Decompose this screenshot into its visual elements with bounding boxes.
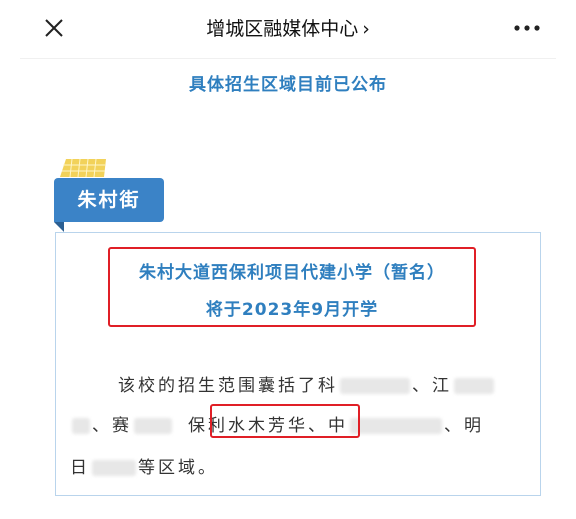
paragraph-text: 该校的招生范围囊括了科 [118, 376, 338, 396]
school-opening-date: 将于2023年9月开学 [205, 300, 379, 320]
account-name: 增城区融媒体中心 [206, 18, 359, 40]
chevron-right-icon: › [362, 18, 370, 40]
school-name: 朱村大道西保利项目代建小学（暂名） [139, 263, 445, 283]
badge-fold [54, 222, 64, 232]
section-headline: 具体招生区域目前已公布 [189, 75, 387, 95]
paragraph-text: 、明 [444, 416, 484, 436]
top-nav-bar: 增城区融媒体中心 › [0, 0, 576, 58]
paragraph-text: 、赛 [92, 416, 132, 436]
paragraph-line-3: 日 等区域。 [70, 453, 218, 478]
nav-divider [20, 58, 556, 59]
blurred-text [454, 378, 494, 394]
district-badge: 朱村街 [54, 178, 164, 222]
paragraph-line-1: 该校的招生范围囊括了科 、江 [118, 371, 496, 396]
account-title[interactable]: 增城区融媒体中心 › [0, 14, 576, 41]
blurred-text [340, 378, 410, 394]
paragraph-text: 等区域。 [138, 458, 218, 478]
blurred-text [134, 418, 172, 434]
paragraph-text: 、江 [412, 376, 452, 396]
blurred-text [72, 418, 90, 434]
blurred-text [350, 418, 442, 434]
paragraph-text: 日 [70, 458, 90, 478]
blurred-text [92, 460, 136, 476]
decorative-grid-icon [60, 158, 106, 177]
more-icon[interactable] [512, 18, 542, 38]
highlight-box-estate [210, 404, 360, 438]
